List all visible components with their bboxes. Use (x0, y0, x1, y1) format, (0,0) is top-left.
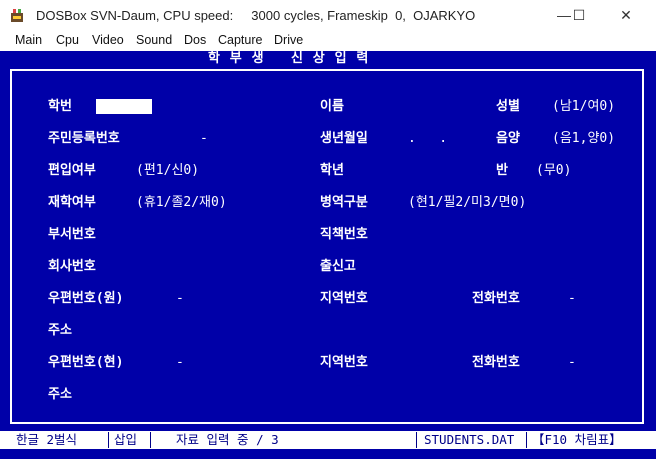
status-message: 자료 입력 중 / 3 (176, 432, 279, 447)
menu-bar: Main Cpu Video Sound Dos Capture Drive (0, 31, 656, 51)
label-area-code-1: 지역번호 (320, 291, 368, 306)
label-student-id: 학번 (48, 99, 72, 114)
label-department: 부서번호 (48, 227, 96, 242)
phone-1-separator: - (568, 291, 576, 306)
menu-sound[interactable]: Sound (136, 33, 172, 47)
menu-main[interactable]: Main (15, 33, 42, 47)
maximize-button[interactable]: ☐ (556, 0, 602, 31)
menu-dos[interactable]: Dos (184, 33, 206, 47)
label-high-school: 출신고 (320, 259, 356, 274)
label-position: 직책번호 (320, 227, 368, 242)
class-hint: (무0) (536, 163, 572, 178)
label-lunar-solar: 음양 (496, 131, 520, 146)
dos-status-bar: 한글 2벌식 삽입 자료 입력 중 / 3 STUDENTS.DAT 【F10 … (0, 431, 656, 449)
status-divider (108, 432, 109, 448)
menu-cpu[interactable]: Cpu (56, 33, 79, 47)
label-zip-origin: 우편번호(원) (48, 291, 124, 306)
zip-current-separator: - (176, 355, 184, 370)
status-filename: STUDENTS.DAT (424, 432, 515, 447)
status-divider (526, 432, 527, 448)
label-class: 반 (496, 163, 508, 178)
military-hint: (현1/필2/미3/면0) (408, 195, 527, 210)
label-company: 회사번호 (48, 259, 96, 274)
dos-screen[interactable]: 학 부 생 신 상 입 력 학번 이름 성별 (남1/여0) 주민등록번호 - … (0, 51, 656, 459)
status-divider (150, 432, 151, 448)
student-id-input[interactable] (96, 99, 152, 114)
status-ime: 한글 2벌식 (16, 432, 78, 447)
zip-origin-separator: - (176, 291, 184, 306)
label-birthdate: 생년월일 (320, 131, 368, 146)
dosbox-app-icon[interactable] (9, 8, 25, 24)
label-enrollment: 재학여부 (48, 195, 96, 210)
screen-title: 학 부 생 신 상 입 력 (208, 51, 370, 66)
label-address-2: 주소 (48, 387, 72, 402)
label-phone-1: 전화번호 (472, 291, 520, 306)
menu-capture[interactable]: Capture (218, 33, 262, 47)
close-button[interactable]: ✕ (603, 0, 649, 31)
label-address-1: 주소 (48, 323, 72, 338)
window-titlebar: DOSBox SVN-Daum, CPU speed: 3000 cycles,… (0, 0, 656, 31)
label-gender: 성별 (496, 99, 520, 114)
transfer-hint: (편1/신0) (136, 163, 200, 178)
label-zip-current: 우편번호(현) (48, 355, 124, 370)
menu-drive[interactable]: Drive (274, 33, 303, 47)
label-phone-2: 전화번호 (472, 355, 520, 370)
phone-2-separator: - (568, 355, 576, 370)
status-help-f10[interactable]: 【F10 차림표】 (532, 432, 622, 448)
birthdate-separator: . . (408, 131, 448, 146)
lunar-solar-hint: (음1,양0) (552, 131, 616, 146)
status-divider (416, 432, 417, 448)
resident-number-separator: - (200, 131, 208, 146)
label-grade: 학년 (320, 163, 344, 178)
label-name: 이름 (320, 99, 344, 114)
label-military: 병역구분 (320, 195, 368, 210)
window-title: DOSBox SVN-Daum, CPU speed: 3000 cycles,… (36, 8, 476, 23)
label-area-code-2: 지역번호 (320, 355, 368, 370)
menu-video[interactable]: Video (92, 33, 124, 47)
status-mode: 삽입 (114, 432, 138, 447)
enrollment-hint: (휴1/졸2/재0) (136, 195, 227, 210)
label-transfer: 편입여부 (48, 163, 96, 178)
label-resident-number: 주민등록번호 (48, 131, 120, 146)
gender-hint: (남1/여0) (552, 99, 616, 114)
